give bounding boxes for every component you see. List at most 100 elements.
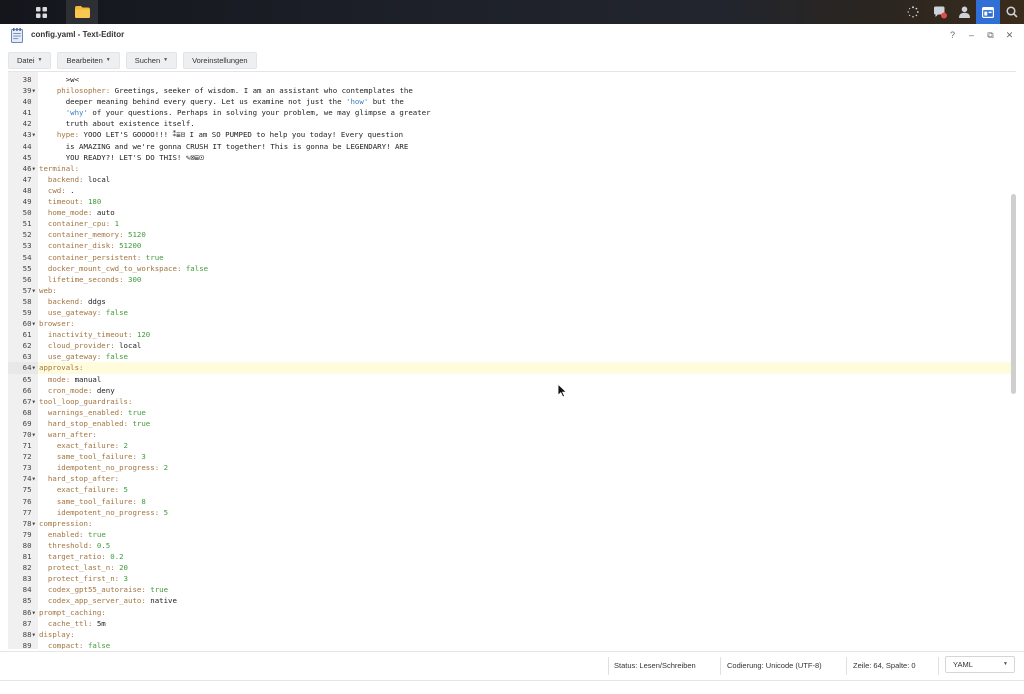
code-line[interactable]: 39▾ philosopher: Greetings, seeker of wi…	[8, 85, 1012, 96]
taskbar	[0, 0, 1024, 24]
code-line[interactable]: 51 container_cpu: 1	[8, 218, 1012, 229]
line-number: 80	[22, 540, 36, 550]
code-line[interactable]: 80 threshold: 0.5	[8, 540, 1012, 551]
language-select[interactable]: YAML ▼	[945, 656, 1015, 673]
file-station-button[interactable]	[66, 0, 98, 24]
progress-indicator[interactable]	[898, 0, 928, 24]
line-content: container_disk: 51200	[47, 241, 142, 251]
line-number: 70▾	[22, 430, 36, 439]
code-line[interactable]: 62 cloud_provider: local	[8, 340, 1012, 351]
line-number: 53	[22, 241, 36, 251]
code-line[interactable]: 79 enabled: true	[8, 529, 1012, 540]
help-button[interactable]: ?	[946, 28, 959, 42]
line-content: inactivity_timeout: 120	[47, 330, 151, 340]
code-line[interactable]: 54 container_persistent: true	[8, 252, 1012, 263]
code-line[interactable]: 59 use_gateway: false	[8, 307, 1012, 318]
line-content: hype: YOOO LET'S GOOOO!!! ⁑≣⊡ I am SO PU…	[56, 130, 404, 140]
minimize-button[interactable]: –	[965, 28, 978, 42]
code-line[interactable]: 73 idempotent_no_progress: 2	[8, 462, 1012, 473]
code-line[interactable]: 41 'why' of your questions. Perhaps in s…	[8, 107, 1012, 118]
code-line[interactable]: 55 docker_mount_cwd_to_workspace: false	[8, 263, 1012, 274]
code-line[interactable]: 81 target_ratio: 0.2	[8, 551, 1012, 562]
line-content: philosopher: Greetings, seeker of wisdom…	[56, 86, 413, 96]
code-line[interactable]: 66 cron_mode: deny	[8, 385, 1012, 396]
code-line[interactable]: 67▾ tool_loop_guardrails:	[8, 396, 1012, 407]
code-line[interactable]: 46▾ terminal:	[8, 163, 1012, 174]
line-number: 52	[22, 230, 36, 240]
code-line[interactable]: 44 is AMAZING and we're gonna CRUSH IT t…	[8, 141, 1012, 152]
code-line[interactable]: 69 hard_stop_enabled: true	[8, 418, 1012, 429]
menu-search-label: Suchen	[134, 55, 161, 65]
menu-file[interactable]: Datei ▼	[8, 51, 52, 69]
line-content: container_memory: 5120	[47, 230, 146, 240]
menu-edit[interactable]: Bearbeiten ▼	[57, 51, 120, 69]
code-line[interactable]: 71 exact_failure: 2	[8, 440, 1012, 451]
restore-button[interactable]: ⧉	[984, 28, 997, 42]
code-line[interactable]: 88▾ display:	[8, 629, 1012, 640]
code-line[interactable]: 77 idempotent_no_progress: 5	[8, 507, 1012, 518]
code-line[interactable]: 76 same_tool_failure: 8	[8, 496, 1012, 507]
search-button[interactable]	[1000, 0, 1024, 24]
code-line[interactable]: 78▾ compression:	[8, 518, 1012, 529]
chevron-down-icon: ▼	[1003, 661, 1008, 667]
code-line[interactable]: 72 same_tool_failure: 3	[8, 451, 1012, 462]
code-line[interactable]: 85 codex_app_server_auto: native	[8, 595, 1012, 606]
code-line[interactable]: 65 mode: manual	[8, 374, 1012, 385]
code-line[interactable]: 60▾ browser:	[8, 318, 1012, 329]
code-line[interactable]: 45 YOU READY?! LET'S DO THIS! ✎⊠≣⊡	[8, 152, 1012, 163]
code-line[interactable]: 48 cwd: .	[8, 185, 1012, 196]
code-line[interactable]: 58 backend: ddgs	[8, 296, 1012, 307]
code-line[interactable]: 70▾ warn_after:	[8, 429, 1012, 440]
title-bar[interactable]: config.yaml - Text-Editor ? – ⧉ ✕	[0, 24, 1024, 48]
code-line[interactable]: 50 home_mode: auto	[8, 207, 1012, 218]
line-content: hard_stop_after:	[47, 474, 120, 484]
line-number: 66	[22, 385, 36, 395]
code-line[interactable]: 56 lifetime_seconds: 300	[8, 274, 1012, 285]
code-line[interactable]: 57▾ web:	[8, 285, 1012, 296]
line-number: 49	[22, 197, 36, 207]
widgets-button[interactable]	[976, 0, 1000, 24]
code-line[interactable]: 64▾ approvals:	[8, 362, 1012, 374]
line-number: 73	[22, 463, 36, 473]
code-line[interactable]: 89 compact: false	[8, 640, 1012, 649]
main-menu-button[interactable]	[24, 0, 58, 24]
taskbar-wallpaper	[0, 0, 1024, 24]
code-line[interactable]: 84 codex_gpt55_autoraise: true	[8, 584, 1012, 595]
code-line[interactable]: 42 truth about existence itself.	[8, 118, 1012, 129]
line-content: idempotent_no_progress: 2	[56, 463, 169, 473]
code-line[interactable]: 38 >w<	[8, 74, 1012, 85]
chevron-down-icon: ▼	[105, 57, 111, 63]
line-number: 51	[22, 219, 36, 229]
menu-preferences[interactable]: Voreinstellungen	[183, 51, 257, 69]
close-button[interactable]: ✕	[1003, 28, 1016, 42]
line-content: mode: manual	[47, 374, 102, 384]
vertical-scrollbar[interactable]	[1011, 194, 1016, 394]
code-line[interactable]: 82 protect_last_n: 20	[8, 562, 1012, 573]
line-number: 38	[22, 75, 36, 84]
line-number: 84	[22, 585, 36, 595]
user-button[interactable]	[952, 0, 976, 24]
code-line[interactable]: 49 timeout: 180	[8, 196, 1012, 207]
code-line[interactable]: 63 use_gateway: false	[8, 351, 1012, 362]
code-editor[interactable]: 38 >w< 39▾ philosopher: Greetings, seeker…	[8, 71, 1016, 649]
code-line[interactable]: 43▾ hype: YOOO LET'S GOOOO!!! ⁑≣⊡ I am S…	[8, 129, 1012, 140]
line-number: 39▾	[22, 86, 36, 96]
code-line[interactable]: 75 exact_failure: 5	[8, 484, 1012, 495]
code-line[interactable]: 52 container_memory: 5120	[8, 229, 1012, 240]
line-content: container_cpu: 1	[47, 219, 120, 229]
line-content: cwd: .	[47, 185, 75, 195]
code-line[interactable]: 61 inactivity_timeout: 120	[8, 329, 1012, 340]
search-icon	[1006, 6, 1018, 18]
grid-icon	[35, 6, 47, 18]
code-line[interactable]: 68 warnings_enabled: true	[8, 407, 1012, 418]
code-line[interactable]: 83 protect_first_n: 3	[8, 573, 1012, 584]
code-line[interactable]: 74▾ hard_stop_after:	[8, 473, 1012, 484]
code-line[interactable]: 40 deeper meaning behind every query. Le…	[8, 96, 1012, 107]
code-line[interactable]: 47 backend: local	[8, 174, 1012, 185]
line-number: 87	[22, 618, 36, 628]
menu-search[interactable]: Suchen ▼	[125, 51, 178, 69]
code-line[interactable]: 86▾ prompt_caching:	[8, 607, 1012, 618]
code-line[interactable]: 53 container_disk: 51200	[8, 240, 1012, 251]
code-line[interactable]: 87 cache_ttl: 5m	[8, 618, 1012, 629]
notifications-button[interactable]	[928, 0, 952, 24]
